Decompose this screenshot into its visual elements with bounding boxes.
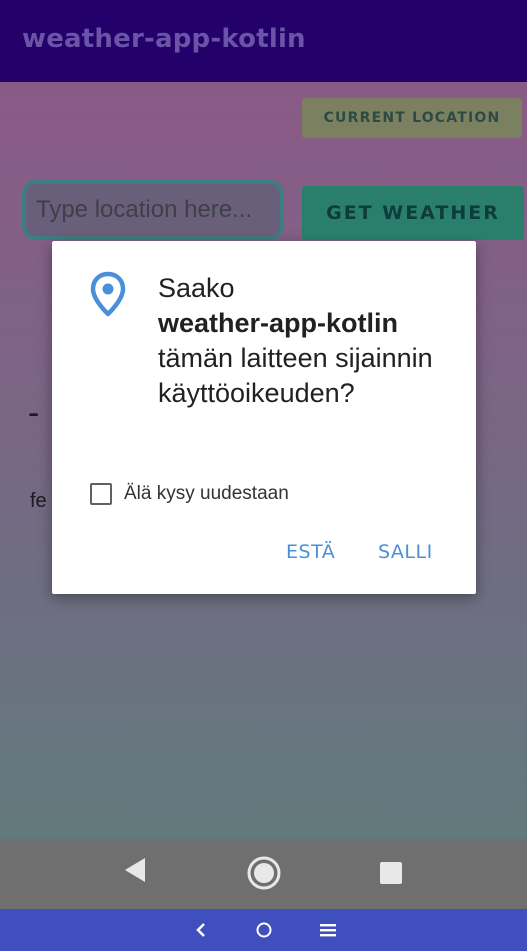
dialog-message-prefix: Saako: [158, 273, 235, 303]
bottom-gesture-bar: [0, 909, 527, 951]
home-circle-icon[interactable]: [246, 855, 282, 896]
dont-ask-again-label: Älä kysy uudestaan: [124, 483, 289, 504]
location-permission-dialog: Saako weather-app-kotlin tämän laitteen …: [52, 241, 476, 594]
dont-ask-again-checkbox[interactable]: [90, 483, 112, 505]
location-input[interactable]: [22, 180, 284, 240]
dialog-app-name: weather-app-kotlin: [158, 308, 399, 338]
deny-button[interactable]: ESTÄ: [286, 541, 335, 563]
dialog-message-suffix: tämän laitteen sijainnin käyttöoikeuden?: [158, 343, 433, 408]
dont-ask-again-row[interactable]: Älä kysy uudestaan: [90, 480, 289, 508]
current-location-button[interactable]: CURRENT LOCATION: [302, 98, 522, 138]
menu-icon[interactable]: [319, 923, 337, 942]
back-triangle-icon[interactable]: [123, 856, 147, 889]
chevron-left-icon[interactable]: [194, 922, 208, 943]
home-circle-icon[interactable]: [255, 922, 273, 943]
feels-like-text: fe: [30, 490, 47, 512]
temperature-value: -: [28, 394, 40, 432]
get-weather-button[interactable]: GET WEATHER: [302, 186, 524, 240]
recents-square-icon[interactable]: [380, 862, 402, 889]
dialog-message: Saako weather-app-kotlin tämän laitteen …: [158, 271, 458, 411]
allow-button[interactable]: SALLI: [378, 541, 433, 563]
system-navigation-bar: [0, 839, 527, 909]
location-pin-icon: [90, 271, 126, 322]
app-bar: weather-app-kotlin: [0, 0, 527, 82]
app-title: weather-app-kotlin: [22, 24, 306, 54]
